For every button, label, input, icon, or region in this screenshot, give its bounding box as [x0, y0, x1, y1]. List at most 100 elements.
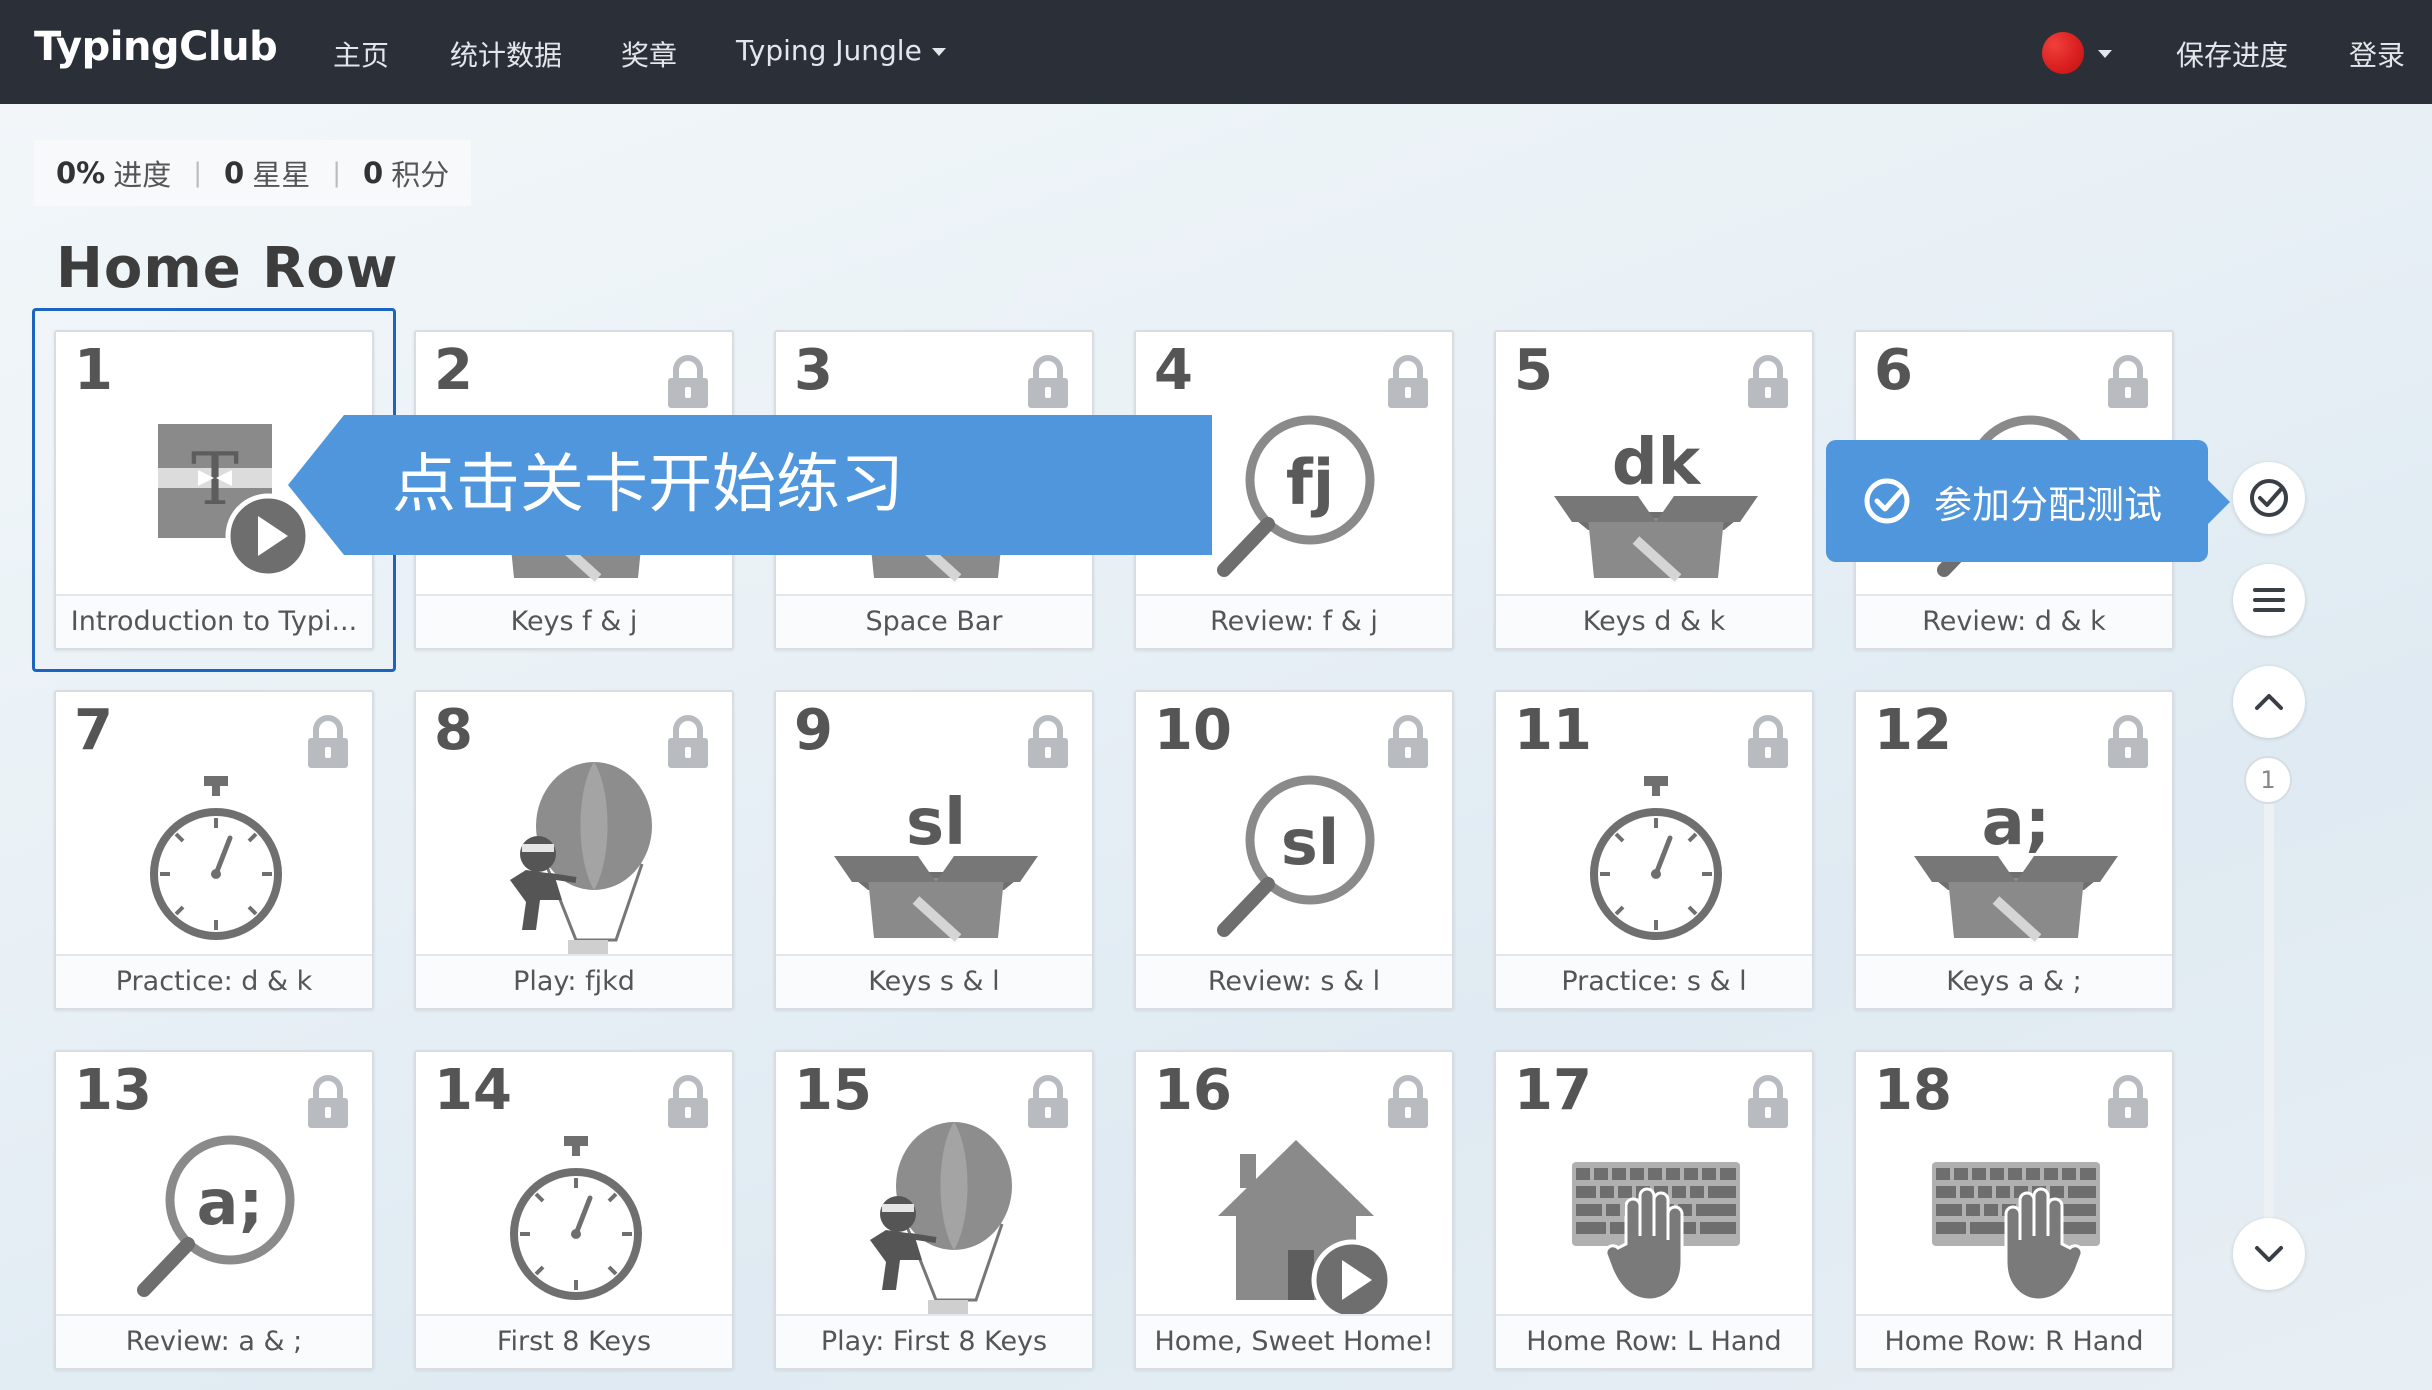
progress-stats-bar: 0% 进度 | 0 星星 | 0 积分: [34, 140, 472, 206]
lesson-number: 7: [74, 698, 113, 763]
lesson-card-9[interactable]: 9 sl Keys s & l: [774, 690, 1094, 1010]
lesson-label: Play: First 8 Keys: [776, 1314, 1092, 1368]
lesson-number: 8: [434, 698, 473, 763]
lesson-label: Play: fjkd: [416, 954, 732, 1008]
start-lesson-tooltip: 点击关卡开始练习: [288, 415, 1212, 555]
check-circle-icon: [1864, 478, 1910, 524]
box-dk-icon: dk: [1546, 426, 1766, 596]
lesson-card-8[interactable]: 8 Play: fjkd: [414, 690, 734, 1010]
login-link[interactable]: 登录: [2349, 34, 2405, 74]
magnifier-a-semicolon-icon: a;: [106, 1120, 326, 1316]
nav-medals[interactable]: 奖章: [621, 34, 677, 74]
lesson-card-10[interactable]: 10 sl Review: s & l: [1134, 690, 1454, 1010]
lesson-label: Review: a & ;: [56, 1314, 372, 1368]
top-navbar: TypingClub 主页 统计数据 奖章 Typing Jungle 保存进度…: [0, 0, 2432, 104]
placement-test-button[interactable]: 参加分配测试: [1826, 440, 2230, 562]
magnifier-letters: a;: [197, 1166, 264, 1239]
chevron-down-icon: [931, 48, 946, 56]
lesson-card-13[interactable]: 13 a; Review: a & ;: [54, 1050, 374, 1370]
lesson-label: Keys d & k: [1496, 594, 1812, 648]
course-name: Typing Jungle: [736, 34, 922, 67]
lesson-number: 9: [794, 698, 833, 763]
hamburger-menu-icon: [2253, 588, 2285, 612]
lesson-number: 4: [1154, 338, 1193, 403]
lesson-label: Review: f & j: [1136, 594, 1452, 648]
box-sl-icon: sl: [826, 786, 1046, 956]
nav-course-dropdown[interactable]: Typing Jungle: [736, 34, 946, 67]
stopwatch-icon: [466, 1120, 686, 1316]
lesson-card-12[interactable]: 12 a; Keys a & ;: [1854, 690, 2174, 1010]
scroll-down-button[interactable]: [2233, 1218, 2305, 1290]
box-a-semicolon-icon: a;: [1906, 786, 2126, 956]
lesson-number: 17: [1514, 1058, 1592, 1123]
lesson-label: Space Bar: [776, 594, 1092, 648]
lesson-number: 3: [794, 338, 833, 403]
lesson-label: Review: d & k: [1856, 594, 2172, 648]
lesson-card-16[interactable]: 16 Home, Sweet Home!: [1134, 1050, 1454, 1370]
section-title: Home Row: [56, 236, 399, 301]
lesson-label: First 8 Keys: [416, 1314, 732, 1368]
magnifier-letters: sl: [1281, 806, 1339, 879]
chevron-down-icon: [2255, 1246, 2283, 1262]
save-progress-link[interactable]: 保存进度: [2176, 34, 2288, 74]
lesson-number: 16: [1154, 1058, 1232, 1123]
nav-stats[interactable]: 统计数据: [450, 34, 562, 74]
lesson-label: Keys f & j: [416, 594, 732, 648]
lesson-number: 11: [1514, 698, 1592, 763]
placement-test-rail-button[interactable]: [2233, 462, 2305, 534]
lesson-card-17[interactable]: 17 Home Row: L Hand: [1494, 1050, 1814, 1370]
chevron-up-icon: [2255, 694, 2283, 710]
lesson-number: 5: [1514, 338, 1553, 403]
menu-button[interactable]: [2233, 564, 2305, 636]
lesson-number: 14: [434, 1058, 512, 1123]
lesson-number: 15: [794, 1058, 872, 1123]
lesson-card-15[interactable]: 15 Play: First 8 Keys: [774, 1050, 1094, 1370]
scroll-up-button[interactable]: [2233, 666, 2305, 738]
lesson-card-18[interactable]: 18 Home Row: R Hand: [1854, 1050, 2174, 1370]
points-value: 0: [363, 156, 384, 190]
keyboard-left-hand-icon: [1546, 1120, 1766, 1316]
lesson-label: Practice: s & l: [1496, 954, 1812, 1008]
brand-logo[interactable]: TypingClub: [34, 24, 278, 70]
lesson-label: Home Row: L Hand: [1496, 1314, 1812, 1368]
stopwatch-icon: [106, 760, 326, 956]
stars-label: 星星: [252, 158, 311, 192]
balloon-ninja-icon: [466, 760, 686, 956]
nav-home[interactable]: 主页: [333, 34, 389, 74]
page-indicator[interactable]: 1: [2244, 756, 2292, 804]
magnifier-letters: fj: [1286, 446, 1334, 519]
balloon-ninja-icon: [826, 1120, 1046, 1316]
box-letters: dk: [1612, 426, 1702, 500]
divider: |: [193, 158, 203, 188]
stopwatch-icon: [1546, 760, 1766, 956]
placement-test-label: 参加分配测试: [1934, 482, 2163, 527]
divider: |: [332, 158, 341, 188]
lesson-card-5[interactable]: 5 dk Keys d & k: [1494, 330, 1814, 650]
points-label: 积分: [391, 158, 450, 192]
lesson-label: Home Row: R Hand: [1856, 1314, 2172, 1368]
progress-label: 进度: [113, 158, 172, 192]
lesson-card-7[interactable]: 7 Practice: d & k: [54, 690, 374, 1010]
lesson-card-14[interactable]: 14 First 8 Keys: [414, 1050, 734, 1370]
lesson-number: 10: [1154, 698, 1232, 763]
lesson-number: 2: [434, 338, 473, 403]
lesson-number: 6: [1874, 338, 1913, 403]
box-letters: a;: [1982, 786, 2051, 860]
stars-value: 0: [224, 156, 245, 190]
page-scroll-track[interactable]: [2264, 760, 2274, 1220]
language-chevron-down-icon[interactable]: [2098, 50, 2112, 58]
lesson-label: Keys s & l: [776, 954, 1092, 1008]
lesson-number: 13: [74, 1058, 152, 1123]
box-letters: sl: [906, 786, 966, 860]
lesson-label: Home, Sweet Home!: [1136, 1314, 1452, 1368]
lesson-number: 18: [1874, 1058, 1952, 1123]
lesson-label: Review: s & l: [1136, 954, 1452, 1008]
progress-value: 0%: [56, 156, 106, 190]
china-flag-icon[interactable]: [2042, 32, 2084, 74]
lesson-card-11[interactable]: 11 Practice: s & l: [1494, 690, 1814, 1010]
magnifier-sl-icon: sl: [1186, 760, 1406, 956]
house-video-icon: [1186, 1120, 1406, 1316]
lesson-label: Keys a & ;: [1856, 954, 2172, 1008]
keyboard-right-hand-icon: [1906, 1120, 2126, 1316]
magnifier-fj-icon: fj: [1186, 400, 1406, 596]
